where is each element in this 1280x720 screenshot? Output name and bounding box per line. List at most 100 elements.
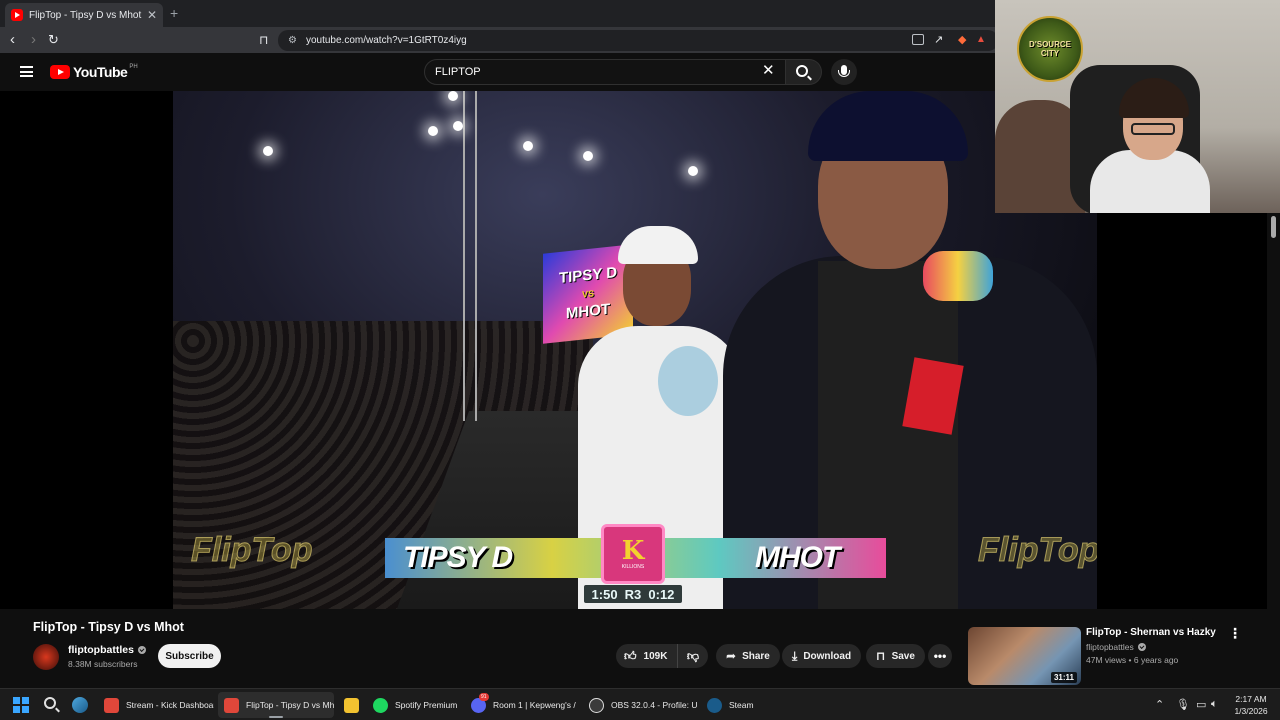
brave-shield-icon[interactable]: ◆ xyxy=(958,31,966,49)
address-url: youtube.com/watch?v=1GtRT0z4iyg xyxy=(305,35,467,46)
more-actions-button[interactable]: ••• xyxy=(928,644,952,668)
channel-avatar[interactable] xyxy=(33,644,59,670)
channel-name[interactable]: fliptopbattles xyxy=(68,644,146,656)
verified-icon xyxy=(137,646,146,654)
taskbar-app-youtube[interactable]: FlipTop - Tipsy D vs Mhot xyxy=(218,692,334,718)
lower-third-right-name: MHOT xyxy=(755,541,840,574)
address-bar[interactable]: ⚙ youtube.com/watch?v=1GtRT0z4iyg xyxy=(278,30,998,51)
taskbar-app-spotify[interactable]: Spotify Premium xyxy=(367,692,465,718)
close-tab-icon[interactable]: ✕ xyxy=(147,8,157,22)
timer-right: 0:12 xyxy=(648,586,675,602)
cast-icon[interactable] xyxy=(912,34,924,45)
thumbs-up-icon: 👍︎ xyxy=(624,648,637,663)
watermark-left: FlipTop xyxy=(190,531,313,570)
verified-icon xyxy=(1137,643,1146,651)
obs-icon xyxy=(589,697,604,713)
stage-light xyxy=(688,166,698,176)
network-icon[interactable]: ▭ xyxy=(1196,698,1206,711)
youtube-logo[interactable]: YouTube PH xyxy=(50,64,138,80)
stage-light xyxy=(523,141,533,151)
reload-icon[interactable]: ↻ xyxy=(48,31,59,49)
share-page-icon[interactable]: ↗ xyxy=(934,31,943,49)
stage-light xyxy=(428,126,438,136)
taskbar-app-discord[interactable]: 91 Room 1 | Kepweng's / xyxy=(465,692,579,718)
folder-icon xyxy=(344,697,359,713)
youtube-logo-text: YouTube xyxy=(73,64,128,80)
brave-icon xyxy=(224,697,239,713)
like-button[interactable]: 👍︎ 109K xyxy=(616,644,678,668)
stage-light xyxy=(263,146,273,156)
new-tab-icon[interactable]: + xyxy=(170,5,178,21)
browser-tab-active[interactable]: FlipTop - Tipsy D vs Mhot - Yo ✕ xyxy=(5,3,163,27)
thumbs-down-icon: 👎︎ xyxy=(686,648,700,663)
dislike-button[interactable]: 👎︎ xyxy=(678,649,708,664)
recommended-title[interactable]: FlipTop - Shernan vs Hazky xyxy=(1086,627,1216,638)
search-query: FLIPTOP xyxy=(435,66,481,78)
back-icon[interactable]: ‹ xyxy=(10,31,15,49)
download-icon: ⤓ xyxy=(792,648,798,663)
dsource-city-logo: D'SOURCE CITY xyxy=(1017,16,1083,82)
timer-round: R3 xyxy=(624,586,642,602)
taskbar-app-obs[interactable]: OBS 32.0.4 - Profile: Unt xyxy=(583,692,697,718)
menu-icon[interactable] xyxy=(20,66,33,77)
sponsor-letter: K xyxy=(621,536,645,566)
search-input[interactable]: FLIPTOP xyxy=(424,59,786,85)
stage-light xyxy=(448,91,458,101)
page-scrollbar[interactable] xyxy=(1267,213,1280,688)
clock-time: 2:17 AM xyxy=(1235,694,1267,704)
kebab-menu-icon[interactable]: ⋮ xyxy=(1228,626,1242,640)
lower-third-left-name: TIPSY D xyxy=(403,541,513,574)
voice-search-button[interactable] xyxy=(831,59,857,85)
watermark-right: FlipTop xyxy=(977,531,1097,570)
steam-pinned-icon[interactable] xyxy=(72,697,88,713)
taskbar-app-kick-dashboard[interactable]: Stream - Kick Dashboard xyxy=(98,692,214,718)
share-button[interactable]: ➦ Share xyxy=(716,644,780,668)
search-button[interactable] xyxy=(786,59,822,85)
bookmark-icon[interactable]: ⊓ xyxy=(259,31,268,49)
subscriber-count: 8.38M subscribers xyxy=(68,659,138,669)
rewards-icon[interactable]: ▲ xyxy=(976,31,986,49)
forward-icon[interactable]: › xyxy=(31,31,36,49)
tray-overflow-icon[interactable]: ⌃ xyxy=(1155,698,1164,711)
subscribe-button[interactable]: Subscribe xyxy=(158,644,221,668)
video-duration: 31:11 xyxy=(1050,672,1077,683)
recommended-thumbnail[interactable]: 31:11 xyxy=(968,627,1081,685)
site-info-icon[interactable]: ⚙ xyxy=(288,35,297,46)
discord-icon: 91 xyxy=(471,692,489,713)
share-icon: ➦ xyxy=(726,649,737,663)
webcam-glasses xyxy=(1131,123,1175,135)
windows-start-icon[interactable] xyxy=(13,697,29,713)
sponsor-badge: K KILLIONS xyxy=(601,524,665,584)
recommended-meta: 47M views • 6 years ago xyxy=(1086,655,1179,665)
clock-date: 1/3/2026 xyxy=(1234,706,1268,716)
volume-icon[interactable]: 🔈︎ xyxy=(1211,698,1218,711)
search-icon xyxy=(796,65,808,77)
like-count: 109K xyxy=(643,650,668,662)
stage-light xyxy=(453,121,463,131)
bookmark-icon: ⊓ xyxy=(876,649,886,663)
taskbar-search-icon[interactable] xyxy=(44,697,56,709)
stage-light xyxy=(583,151,593,161)
clear-search-icon[interactable]: ✕ xyxy=(762,63,775,79)
webcam-overlay: D'SOURCE CITY xyxy=(995,0,1280,213)
region-code: PH xyxy=(129,64,138,70)
recommended-channel[interactable]: fliptopbattles xyxy=(1086,642,1146,652)
download-button[interactable]: ⤓ Download xyxy=(782,644,862,668)
sponsor-text: KILLIONS xyxy=(621,564,645,570)
microphone-tray-icon[interactable]: 🎙︎ xyxy=(1176,698,1190,711)
brave-icon xyxy=(104,697,119,713)
like-dislike-group: 👍︎ 109K 👎︎ xyxy=(616,644,708,668)
lower-third-banner: TIPSY D K KILLIONS MHOT xyxy=(385,524,886,584)
steam-icon xyxy=(707,697,722,713)
notification-badge: 91 xyxy=(479,692,489,701)
system-clock[interactable]: 2:17 AM 1/3/2026 xyxy=(1226,693,1276,717)
taskbar-app-file-explorer[interactable] xyxy=(338,692,364,718)
taskbar-app-steam[interactable]: Steam xyxy=(701,692,761,718)
windows-taskbar: Stream - Kick Dashboard FlipTop - Tipsy … xyxy=(0,688,1280,720)
round-timer: 1:50 R3 0:12 xyxy=(584,585,682,603)
save-button[interactable]: ⊓ Save xyxy=(866,644,925,668)
tab-title: FlipTop - Tipsy D vs Mhot - Yo xyxy=(29,9,143,21)
scrollbar-thumb[interactable] xyxy=(1271,216,1276,238)
timer-left: 1:50 xyxy=(591,586,618,602)
youtube-favicon-icon xyxy=(11,9,23,21)
